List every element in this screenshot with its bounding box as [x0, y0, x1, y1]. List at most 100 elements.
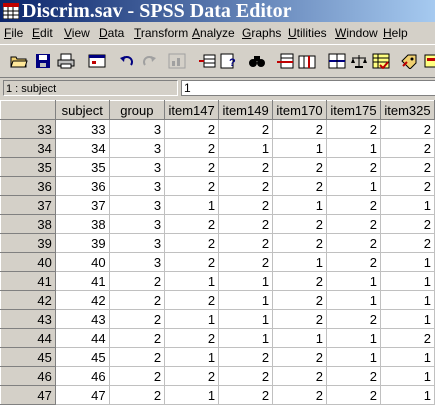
data-cell[interactable]: 1: [218, 271, 274, 291]
data-cell[interactable]: 2: [218, 176, 274, 196]
dialog-recall-icon[interactable]: [86, 50, 108, 71]
data-cell[interactable]: 1: [272, 195, 328, 215]
data-cell[interactable]: 2: [218, 119, 274, 139]
data-cell[interactable]: 1: [218, 290, 274, 310]
row-number[interactable]: 47: [0, 385, 56, 405]
data-cell[interactable]: 2: [380, 214, 435, 234]
data-cell[interactable]: 1: [164, 271, 220, 291]
menu-view[interactable]: View: [64, 26, 90, 40]
data-cell[interactable]: 1: [380, 366, 435, 386]
select-cases-icon[interactable]: [370, 50, 392, 71]
data-cell[interactable]: 2: [164, 214, 220, 234]
open-folder-icon[interactable]: [8, 50, 30, 71]
data-cell[interactable]: 2: [380, 157, 435, 177]
row-number[interactable]: 44: [0, 328, 56, 348]
data-cell[interactable]: 1: [380, 195, 435, 215]
menu-window[interactable]: Window: [335, 26, 378, 40]
spss-app-icon[interactable]: [3, 3, 19, 19]
data-cell[interactable]: 3: [109, 195, 166, 215]
use-sets-icon[interactable]: [420, 50, 435, 71]
data-cell[interactable]: 47: [55, 385, 110, 405]
data-cell[interactable]: 2: [272, 366, 328, 386]
insert-case-icon[interactable]: [274, 50, 296, 71]
data-cell[interactable]: 1: [164, 385, 220, 405]
menu-file[interactable]: File: [4, 26, 23, 40]
data-cell[interactable]: 39: [55, 233, 110, 253]
data-cell[interactable]: 2: [218, 157, 274, 177]
menu-data[interactable]: Data: [99, 26, 124, 40]
row-number[interactable]: 43: [0, 309, 56, 329]
data-cell[interactable]: 41: [55, 271, 110, 291]
menu-graphs[interactable]: Graphs: [242, 26, 281, 40]
data-cell[interactable]: 3: [109, 252, 166, 272]
data-cell[interactable]: 45: [55, 347, 110, 367]
data-cell[interactable]: 2: [218, 252, 274, 272]
data-cell[interactable]: 2: [218, 214, 274, 234]
value-labels-icon[interactable]: [398, 50, 420, 71]
data-cell[interactable]: 2: [272, 157, 328, 177]
data-cell[interactable]: 2: [109, 366, 166, 386]
cell-value-input[interactable]: 1: [181, 80, 435, 96]
undo-icon[interactable]: [116, 50, 138, 71]
row-number[interactable]: 41: [0, 271, 56, 291]
data-cell[interactable]: 2: [272, 214, 328, 234]
data-cell[interactable]: 1: [380, 347, 435, 367]
data-cell[interactable]: 2: [164, 157, 220, 177]
data-cell[interactable]: 3: [109, 214, 166, 234]
data-cell[interactable]: 2: [272, 309, 328, 329]
data-cell[interactable]: 2: [326, 385, 381, 405]
row-number[interactable]: 46: [0, 366, 56, 386]
menu-utilities[interactable]: Utilities: [288, 26, 327, 40]
data-cell[interactable]: 1: [380, 385, 435, 405]
data-cell[interactable]: 43: [55, 309, 110, 329]
data-cell[interactable]: 35: [55, 157, 110, 177]
data-cell[interactable]: 1: [218, 138, 274, 158]
menu-help[interactable]: Help: [383, 26, 408, 40]
data-cell[interactable]: 2: [164, 138, 220, 158]
data-cell[interactable]: 2: [109, 328, 166, 348]
goto-case-icon[interactable]: [196, 50, 218, 71]
data-cell[interactable]: 2: [164, 176, 220, 196]
column-header[interactable]: subject: [54, 100, 110, 120]
variables-icon[interactable]: ?: [218, 50, 240, 71]
data-cell[interactable]: 2: [272, 233, 328, 253]
data-cell[interactable]: 1: [326, 138, 381, 158]
data-cell[interactable]: 2: [326, 366, 381, 386]
row-number[interactable]: 36: [0, 176, 56, 196]
data-cell[interactable]: 2: [109, 271, 166, 291]
data-cell[interactable]: 2: [380, 119, 435, 139]
data-cell[interactable]: 2: [272, 271, 328, 291]
data-cell[interactable]: 1: [272, 138, 328, 158]
data-cell[interactable]: 2: [380, 328, 435, 348]
row-number[interactable]: 42: [0, 290, 56, 310]
column-header[interactable]: item325: [379, 100, 435, 120]
row-number[interactable]: 37: [0, 195, 56, 215]
data-cell[interactable]: 2: [326, 195, 381, 215]
data-cell[interactable]: 1: [164, 309, 220, 329]
data-cell[interactable]: 2: [326, 119, 381, 139]
data-cell[interactable]: 1: [326, 290, 381, 310]
find-icon[interactable]: [246, 50, 268, 71]
data-cell[interactable]: 2: [272, 176, 328, 196]
split-file-icon[interactable]: [326, 50, 348, 71]
data-cell[interactable]: 36: [55, 176, 110, 196]
data-cell[interactable]: 2: [272, 290, 328, 310]
data-cell[interactable]: 2: [380, 233, 435, 253]
corner-cell[interactable]: [0, 100, 56, 120]
data-cell[interactable]: 2: [326, 233, 381, 253]
data-cell[interactable]: 1: [326, 328, 381, 348]
data-cell[interactable]: 1: [380, 271, 435, 291]
redo-icon[interactable]: [138, 50, 160, 71]
data-cell[interactable]: 2: [380, 138, 435, 158]
weight-cases-icon[interactable]: [348, 50, 370, 71]
data-cell[interactable]: 1: [326, 347, 381, 367]
data-cell[interactable]: 2: [218, 385, 274, 405]
data-cell[interactable]: 3: [109, 233, 166, 253]
data-cell[interactable]: 37: [55, 195, 110, 215]
data-cell[interactable]: 2: [164, 290, 220, 310]
data-cell[interactable]: 2: [164, 252, 220, 272]
data-cell[interactable]: 2: [218, 366, 274, 386]
column-header[interactable]: item149: [218, 100, 274, 120]
data-cell[interactable]: 33: [55, 119, 110, 139]
data-cell[interactable]: 46: [55, 366, 110, 386]
